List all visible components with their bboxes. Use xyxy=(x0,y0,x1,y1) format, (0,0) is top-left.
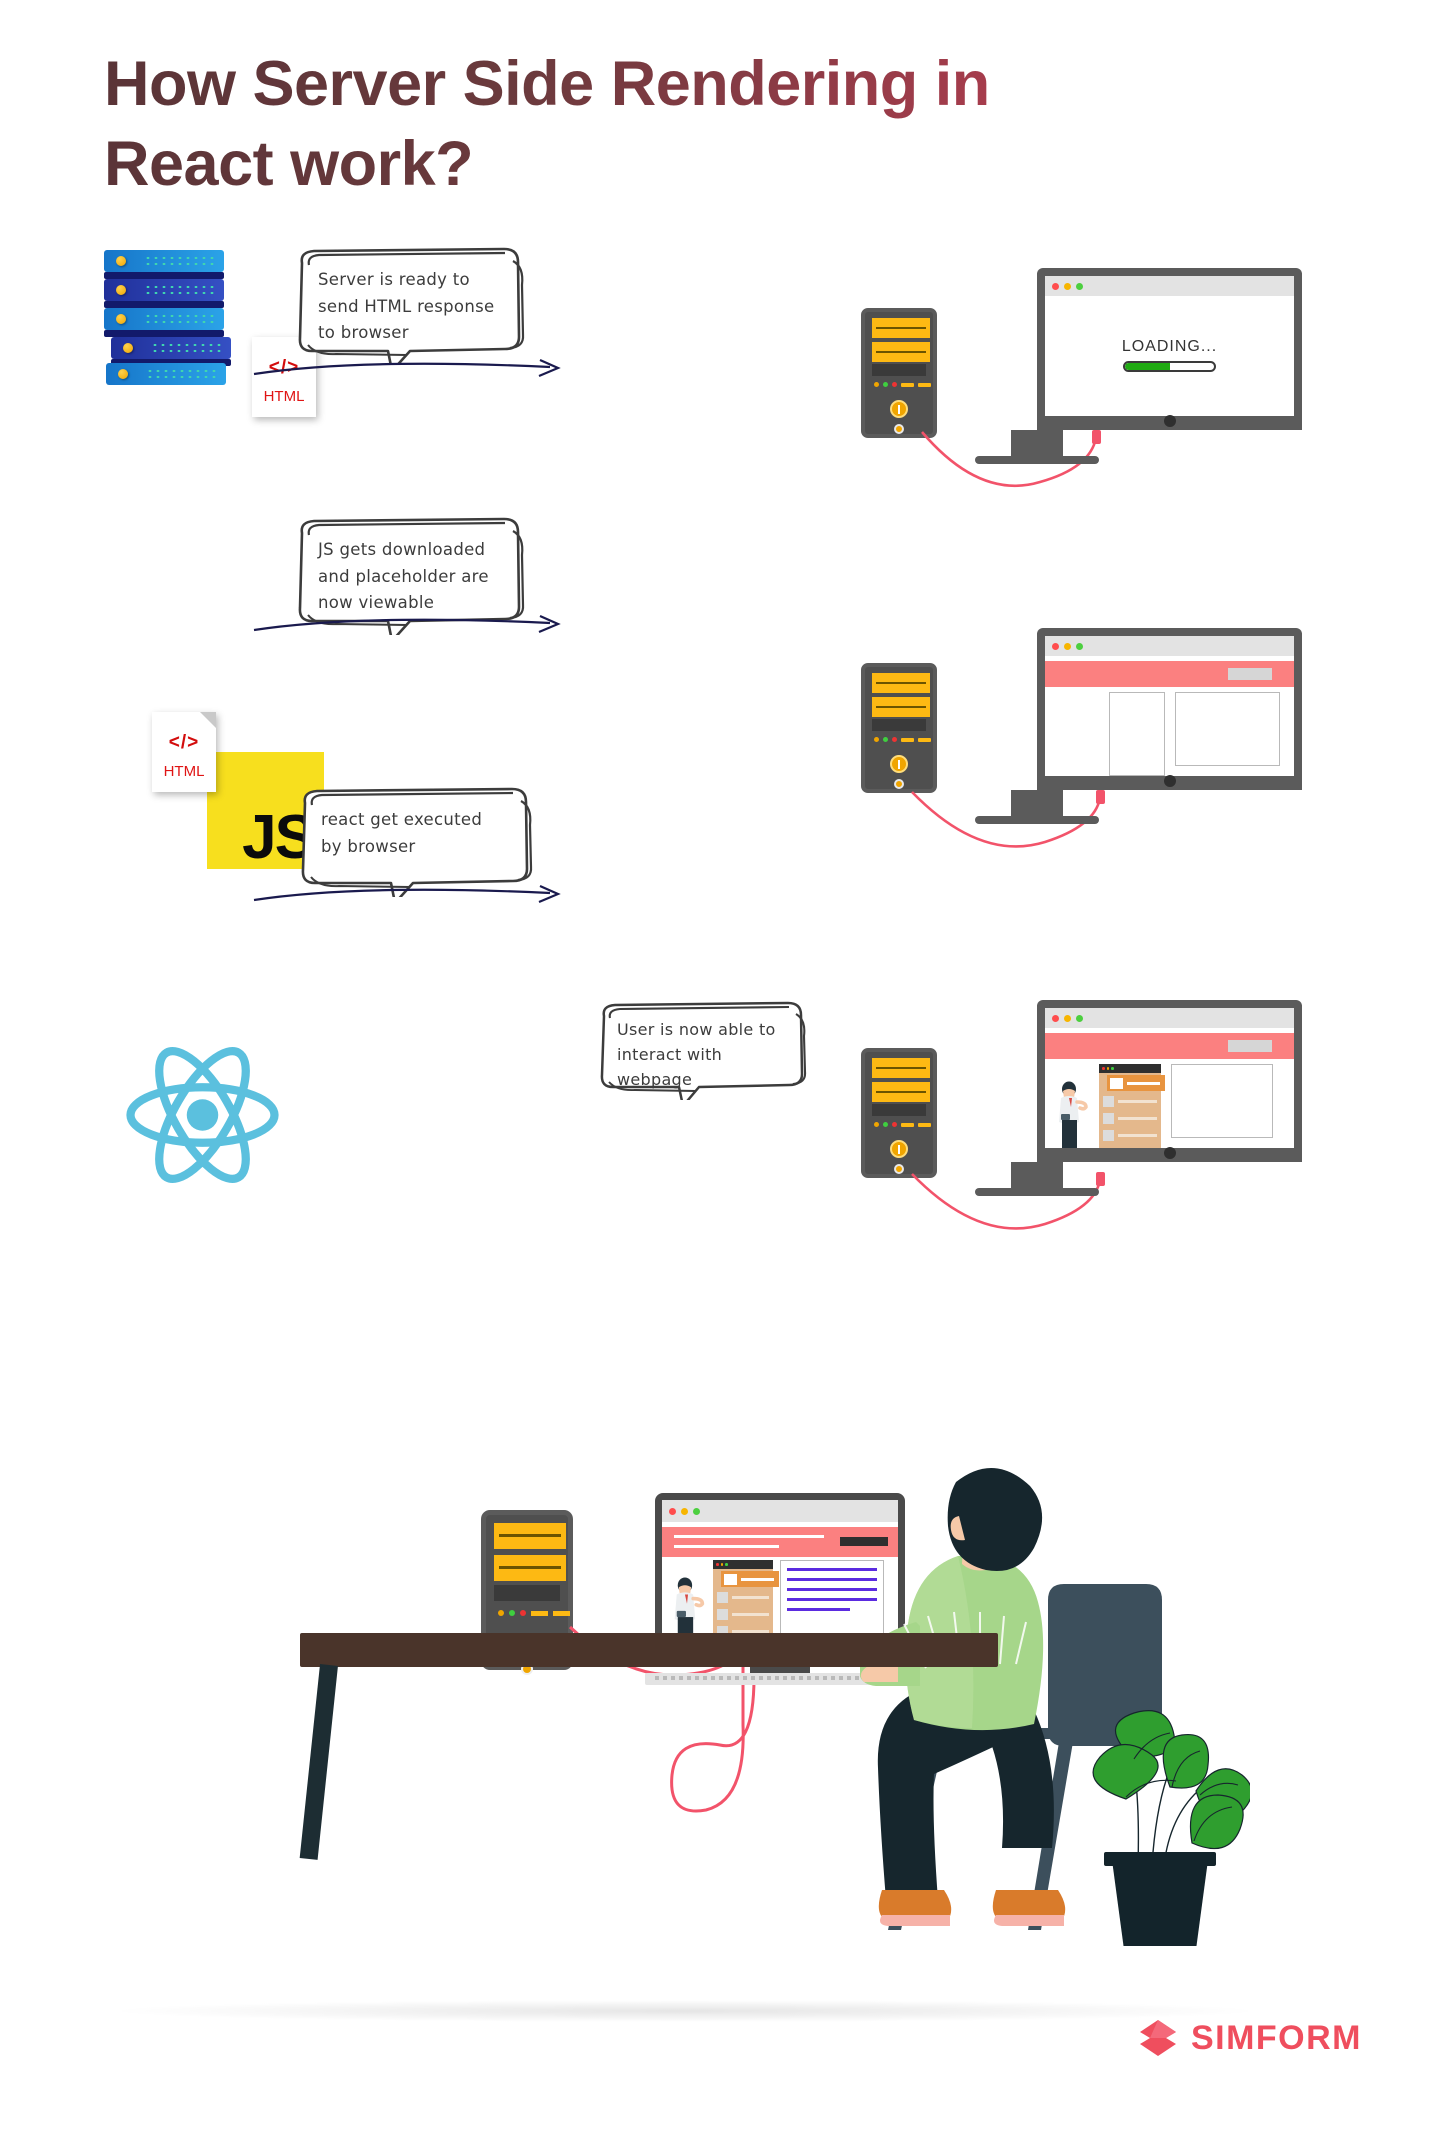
simform-logo-text: SIMFORM xyxy=(1190,2018,1362,2057)
plant-illustration xyxy=(1060,1695,1253,1955)
header-button-placeholder xyxy=(1228,668,1272,680)
page-title-line-1: How Server Side Rendering in xyxy=(104,49,990,119)
maximize-dot-icon xyxy=(1076,282,1083,290)
power-button-icon xyxy=(890,400,908,418)
power-button-icon xyxy=(890,1140,908,1158)
minimize-dot-icon xyxy=(1064,282,1071,290)
browser-titlebar-3 xyxy=(1045,1008,1294,1028)
browser-window-2 xyxy=(1045,636,1294,776)
loading-text: LOADING... xyxy=(1121,337,1218,355)
browser-titlebar-2 xyxy=(1045,636,1294,656)
maximize-dot-icon xyxy=(1076,1014,1083,1022)
close-dot-icon xyxy=(1052,642,1059,650)
page-title: How Server Side Rendering in React work? xyxy=(104,44,1304,204)
flow-arrow-3 xyxy=(253,884,561,904)
reset-button-icon xyxy=(894,779,904,789)
content-placeholder-box xyxy=(1171,1064,1273,1138)
html-file-label: HTML xyxy=(163,763,205,780)
minimize-dot-icon xyxy=(1064,642,1071,650)
content-placeholder-box xyxy=(1109,692,1165,776)
person-illustration-small xyxy=(674,1577,705,1639)
desk-top xyxy=(300,1633,998,1667)
speech-bubble-text-step-3: react get executed by browser xyxy=(321,810,483,856)
computer-tower-3 xyxy=(861,1048,937,1178)
computer-tower-2 xyxy=(861,663,937,793)
reset-button-icon xyxy=(894,424,904,434)
widget-highlight-row xyxy=(721,1571,779,1587)
app-widget-illustration xyxy=(713,1560,779,1639)
simform-logo[interactable]: SIMFORM xyxy=(1138,2018,1362,2058)
maximize-dot-icon xyxy=(693,1507,700,1515)
speech-bubble-step-1: Server is ready to send HTML response to… xyxy=(292,245,527,373)
server-rack-icon xyxy=(104,250,254,385)
desk-leg xyxy=(299,1664,338,1860)
browser-window-1: LOADING... xyxy=(1045,276,1294,416)
browser-window-3 xyxy=(1045,1008,1294,1148)
close-dot-icon xyxy=(1052,282,1059,290)
react-logo-icon xyxy=(120,1040,285,1190)
speech-bubble-final: User is now able to interact with webpag… xyxy=(595,1000,810,1108)
speech-bubble-text-step-2: JS gets downloaded and placeholder are n… xyxy=(318,540,489,613)
speech-bubble-text-step-1: Server is ready to send HTML response to… xyxy=(318,270,495,343)
page-fold-corner xyxy=(200,712,216,728)
page-header-band-2 xyxy=(1045,661,1294,687)
page-header-band-3 xyxy=(1045,1033,1294,1059)
html-file-label: HTML xyxy=(263,388,305,405)
plant-pot xyxy=(1112,1860,1208,1946)
code-glyph-icon: </> xyxy=(168,732,200,753)
maximize-dot-icon xyxy=(1076,642,1083,650)
flow-arrow-2 xyxy=(253,614,561,634)
page-title-line-2: React work? xyxy=(104,129,474,199)
plant-leaves-icon xyxy=(1092,1710,1253,1866)
speech-bubble-text-final: User is now able to interact with webpag… xyxy=(617,1020,776,1089)
final-desk-scene xyxy=(0,1400,1434,2022)
browser-titlebar-1 xyxy=(1045,276,1294,296)
floor-shadow xyxy=(120,2000,1250,2022)
progress-bar-fill xyxy=(1125,362,1170,370)
content-placeholder-box xyxy=(1175,692,1280,766)
page-body-3 xyxy=(1045,1064,1294,1148)
person-illustration-small xyxy=(1059,1081,1088,1148)
header-button-placeholder xyxy=(1228,1040,1272,1052)
html-file-icon-2: </> HTML xyxy=(152,712,216,792)
app-widget-illustration xyxy=(1099,1064,1165,1148)
flow-arrow-1 xyxy=(253,358,561,378)
widget-highlight-row xyxy=(1107,1075,1165,1091)
progress-bar xyxy=(1123,360,1216,372)
power-button-icon xyxy=(890,755,908,773)
reset-button-icon xyxy=(894,1164,904,1174)
minimize-dot-icon xyxy=(681,1507,688,1515)
simform-diamond-icon xyxy=(1139,2020,1176,2056)
loading-indicator: LOADING... xyxy=(1045,338,1294,372)
close-dot-icon xyxy=(669,1507,676,1515)
close-dot-icon xyxy=(1052,1014,1059,1022)
computer-tower-1 xyxy=(861,308,937,438)
page-body-2 xyxy=(1045,692,1294,776)
minimize-dot-icon xyxy=(1064,1014,1071,1022)
